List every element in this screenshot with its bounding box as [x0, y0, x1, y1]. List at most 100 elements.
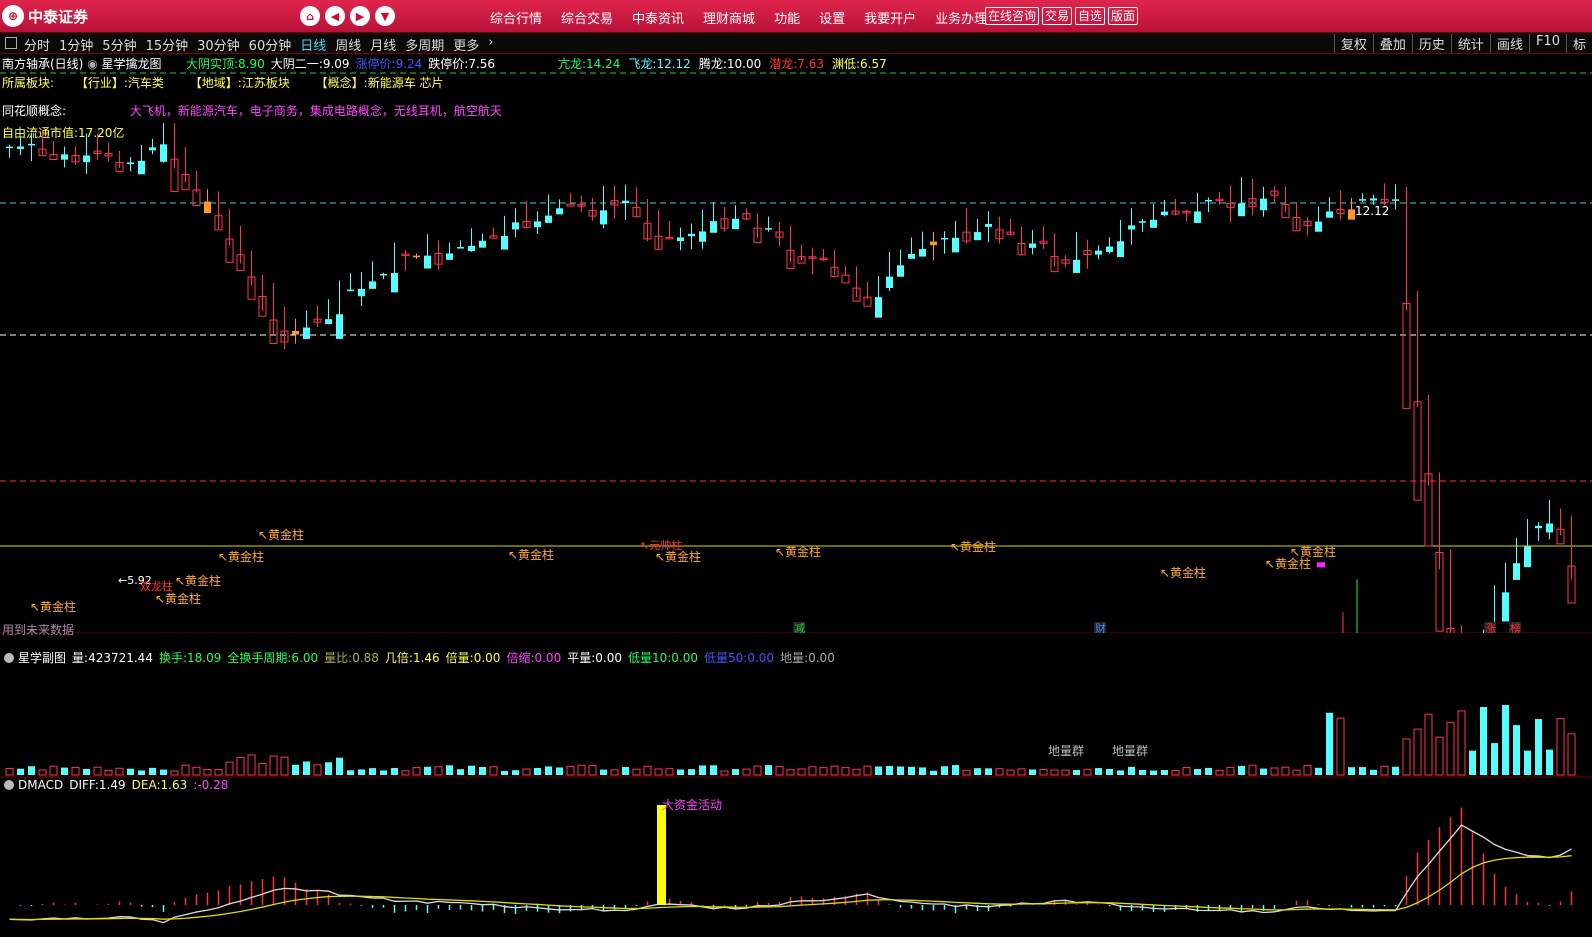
macd-chart[interactable]	[0, 797, 1592, 937]
volume-label: 换手:	[158, 651, 188, 665]
candle-body	[512, 222, 519, 230]
top-button[interactable]: 自选	[1075, 7, 1106, 25]
volume-bar	[863, 765, 872, 776]
nav-buttons: ⌂ ◀ ▶ ▼	[300, 6, 395, 26]
volume-bar	[269, 755, 278, 776]
candle-body	[336, 314, 343, 339]
volume-bar	[479, 767, 486, 775]
volume-bar	[61, 767, 68, 775]
candle-body	[1524, 546, 1531, 568]
volume-label: 低量50:	[704, 651, 748, 665]
volume-bar	[501, 770, 508, 775]
macd-settings-icon[interactable]	[4, 780, 14, 790]
candle-body	[1260, 198, 1267, 211]
candle-body	[6, 146, 13, 149]
volume-bar	[225, 761, 234, 776]
menu-item[interactable]: 综合行情	[490, 8, 542, 27]
volume-bar	[808, 766, 817, 776]
volume-bar	[732, 769, 739, 775]
brand-logo[interactable]: ⊕ 中泰证券	[2, 4, 88, 28]
volume-bar	[1128, 766, 1135, 775]
volume-bar	[1171, 769, 1180, 776]
candle-body	[28, 143, 35, 146]
volume-bar	[115, 767, 124, 776]
candle-body	[83, 155, 90, 163]
candle-body	[391, 273, 398, 293]
volume-chart[interactable]: 地量群 地量群	[0, 668, 1592, 778]
menu-item[interactable]: 中泰资讯	[632, 8, 684, 27]
forward-icon[interactable]: ▶	[350, 6, 370, 26]
home-icon[interactable]: ⌂	[300, 6, 320, 26]
menu-item[interactable]: 业务办理	[935, 8, 987, 27]
volume-bar	[622, 766, 629, 775]
volume-bar	[1457, 710, 1466, 776]
volume-bar	[1513, 725, 1520, 775]
macd-label: DIFF:	[69, 778, 99, 792]
volume-bar	[38, 769, 47, 776]
volume-bar	[688, 769, 695, 775]
menu-item[interactable]: 功能	[774, 8, 800, 27]
volume-bar	[1061, 769, 1070, 776]
golden-bar-label: ↖黄金柱	[508, 547, 554, 562]
volume-bar	[819, 767, 828, 776]
candle-body	[1535, 525, 1542, 529]
volume-bar	[1194, 769, 1201, 775]
volume-label: 平量:	[567, 651, 596, 665]
top-button[interactable]: 版面	[1108, 7, 1139, 25]
volume-bar	[577, 764, 586, 776]
volume-bar	[1281, 766, 1290, 776]
volume-bar	[886, 765, 893, 775]
candle-body	[149, 147, 156, 151]
menu-item[interactable]: 理财商城	[703, 8, 755, 27]
volume-bar	[93, 766, 102, 776]
volume-bar	[677, 769, 684, 775]
future-data-note: 用到未来数据	[2, 623, 75, 637]
volume-label: 量:	[72, 651, 89, 665]
brand-name: 中泰证券	[28, 7, 89, 26]
menu-item[interactable]: 我要开户	[864, 8, 916, 27]
volume-indicator-name[interactable]: 星学副图	[18, 651, 66, 665]
volume-settings-icon[interactable]	[4, 653, 14, 663]
volume-bar	[181, 764, 190, 776]
top-button[interactable]: 在线咨询	[985, 7, 1040, 25]
candle-body	[369, 281, 376, 289]
menu-item[interactable]: 综合交易	[561, 8, 613, 27]
kline-chart[interactable]: ↖黄金柱 ↖黄金柱 ↖黄金柱 ↖黄金柱 ↖黄金柱 ↖黄金柱 ↖黄金柱 ↖黄金柱 ↖黄金柱 ↖黄金柱…	[0, 33, 1592, 633]
macd-value: 1.63	[160, 778, 188, 792]
volume-bar	[127, 768, 134, 775]
candle-body	[974, 232, 981, 241]
menu-item[interactable]: 设置	[819, 8, 845, 27]
volume-bar	[710, 765, 717, 775]
volume-bar	[908, 766, 915, 775]
volume-bar	[1380, 765, 1389, 776]
volume-bar	[797, 768, 806, 776]
volume-label: 倍缩:	[506, 651, 535, 665]
candle-body	[1348, 209, 1355, 220]
macd-value: -0.28	[197, 778, 229, 792]
volume-bar	[236, 756, 245, 776]
candle-body	[138, 160, 145, 175]
candle-body	[204, 201, 211, 214]
volume-bar	[1546, 749, 1553, 775]
macd-indicator-name[interactable]: DMACD	[18, 778, 63, 792]
volume-bar	[610, 769, 619, 776]
volume-value: 0.00	[534, 651, 562, 665]
volume-bar	[556, 767, 563, 775]
candle-body	[1317, 562, 1325, 568]
volume-bar	[1161, 770, 1168, 775]
title-bar: ⊕ 中泰证券 ⌂ ◀ ▶ ▼ 综合行情 综合交易 中泰资讯 理财商城 功能 设置 我要开户业…	[0, 0, 1592, 33]
volume-bar	[1215, 770, 1224, 776]
golden-bar-label: ↖黄金柱	[155, 591, 201, 606]
candle-body	[1315, 221, 1322, 232]
volume-bar	[1039, 769, 1048, 776]
volume-bar	[1017, 768, 1026, 776]
volume-bar	[841, 767, 850, 776]
top-button[interactable]: 交易	[1042, 7, 1073, 25]
back-icon[interactable]: ◀	[325, 6, 345, 26]
chevron-down-icon[interactable]: ▼	[375, 6, 395, 26]
event-mark-text: 涨	[1485, 622, 1496, 633]
volume-bar	[160, 769, 167, 775]
volume-bar	[974, 768, 981, 775]
candle-body	[1546, 523, 1553, 533]
candle-body	[303, 327, 310, 339]
